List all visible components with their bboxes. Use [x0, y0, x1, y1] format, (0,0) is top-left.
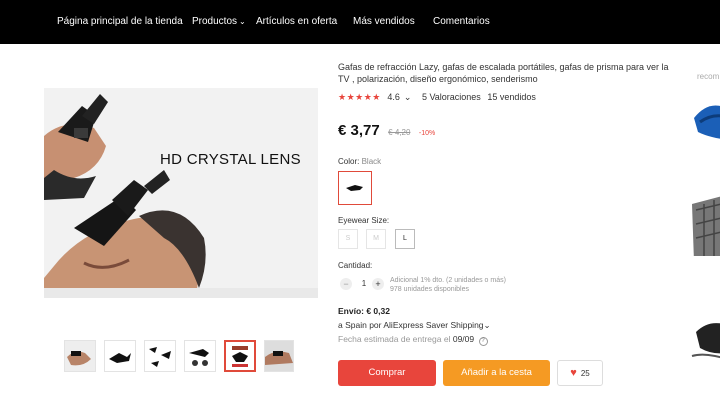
nav-deals[interactable]: Artículos en oferta [256, 0, 337, 44]
delivery-estimate: Fecha estimada de entrega el 09/09 ? [338, 334, 488, 346]
recommended-item[interactable] [690, 312, 720, 384]
image-caption: HD CRYSTAL LENS [160, 151, 301, 168]
size-label: Eyewear Size: [338, 216, 390, 225]
color-label-text: Color: [338, 157, 360, 166]
reviews-link[interactable]: 5 Valoraciones [422, 92, 481, 102]
size-option-s[interactable]: S [338, 229, 358, 249]
rating-number: 4.6 [387, 92, 400, 102]
wishlist-count: 25 [580, 369, 590, 378]
nav-reviews[interactable]: Comentarios [433, 0, 490, 44]
wishlist-button[interactable]: ♥ 25 [557, 360, 603, 386]
sold-count: 15 vendidos [487, 92, 536, 102]
quantity-note: Adicional 1% dto. (2 unidades o más) 978… [390, 276, 506, 294]
thumbnail[interactable] [144, 340, 176, 372]
nav-products-label: Productos [192, 16, 238, 27]
quantity-decrease-button[interactable]: − [340, 278, 352, 290]
recommended-title: recom [697, 72, 720, 81]
rating-row: ★★★★★ 4.6 ⌄ 5 Valoraciones 15 vendidos [338, 91, 540, 103]
color-value: Black [361, 157, 382, 166]
shipping-cost: Envío: € 0,32 [338, 306, 390, 316]
quantity-label: Cantidad: [338, 261, 373, 270]
discount-badge: -10% [418, 130, 436, 137]
current-price: € 3,77 [338, 122, 380, 139]
size-option-l[interactable]: L [395, 229, 415, 249]
star-rating-icon: ★★★★★ [338, 92, 381, 102]
color-option-black[interactable] [338, 171, 372, 205]
add-to-cart-button[interactable]: Añadir a la cesta [443, 360, 550, 386]
product-photo [44, 88, 318, 298]
chevron-down-icon: ⌄ [239, 17, 246, 26]
product-title: Gafas de refracción Lazy, gafas de escal… [338, 62, 669, 84]
help-icon[interactable]: ? [478, 337, 488, 346]
top-navigation: Página principal de la tienda Productos ⌄… [0, 0, 720, 44]
chevron-down-icon: ⌄ [403, 92, 412, 102]
recommended-item[interactable] [690, 88, 720, 160]
nav-products[interactable]: Productos ⌄ [192, 0, 246, 44]
recommended-item[interactable] [690, 184, 720, 256]
nav-store-home[interactable]: Página principal de la tienda [57, 0, 183, 44]
thumbnail[interactable] [264, 340, 294, 372]
delivery-label: Fecha estimada de entrega el [338, 334, 451, 344]
glasses-icon [346, 185, 363, 191]
color-label: Color: Black [338, 157, 381, 166]
shipping-method-text: a Spain por AliExpress Saver Shipping [338, 320, 484, 330]
delivery-date: 09/09 [452, 334, 475, 344]
chevron-down-icon: ⌄ [483, 320, 491, 330]
nav-bestsellers[interactable]: Más vendidos [353, 0, 415, 44]
quantity-increase-button[interactable]: + [372, 278, 384, 290]
thumbnail[interactable] [64, 340, 96, 372]
original-price: € 4,20 [388, 128, 411, 137]
main-product-image[interactable]: HD CRYSTAL LENS [44, 88, 318, 298]
quantity-input[interactable]: 1 [358, 278, 370, 290]
thumbnail[interactable] [104, 340, 136, 372]
thumbnail-active[interactable] [224, 340, 256, 372]
rating-value[interactable]: 4.6 ⌄ [387, 92, 415, 102]
thumbnail[interactable] [184, 340, 216, 372]
price-row: € 3,77 € 4,20 -10% [338, 121, 435, 141]
size-option-m[interactable]: M [366, 229, 386, 249]
bulk-discount-note: Adicional 1% dto. (2 unidades o más) [390, 277, 506, 284]
heart-icon: ♥ [570, 367, 577, 379]
stock-available: 978 unidades disponibles [390, 286, 470, 293]
shipping-method[interactable]: a Spain por AliExpress Saver Shipping⌄ [338, 320, 491, 331]
buy-now-button[interactable]: Comprar [338, 360, 436, 386]
